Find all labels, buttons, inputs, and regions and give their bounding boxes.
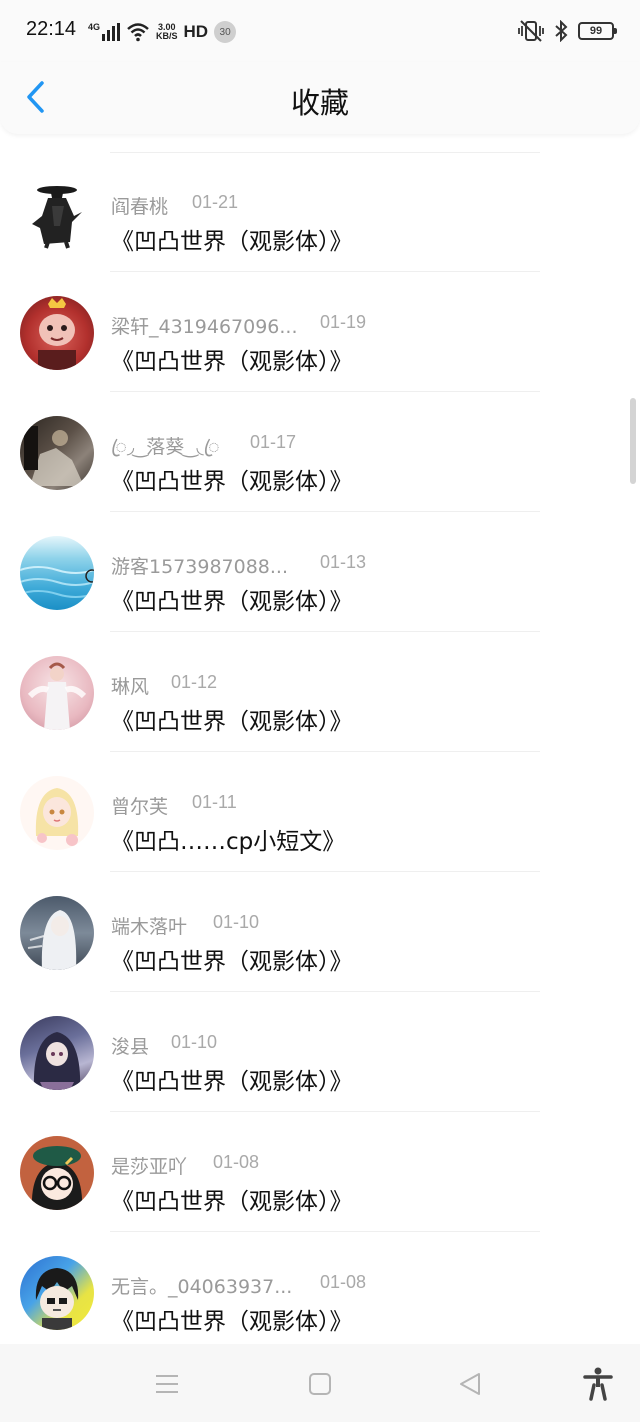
item-title: 《凹凸世界（观影体）》 [111, 1069, 353, 1095]
date-label: 01-10 [213, 912, 260, 932]
item-title: 《凹凸世界（观影体）》 [111, 589, 353, 615]
item-title: 《凹凸世界（观影体）》 [111, 1309, 353, 1335]
menu-button[interactable] [147, 1364, 187, 1404]
app-header: 收藏 [0, 62, 640, 134]
date-label: 01-08 [213, 1152, 260, 1172]
signal-group: 4G [88, 22, 121, 41]
item-title: 《凹凸世界（观影体）》 [111, 949, 353, 975]
item-title: 《凹凸世界（观影体）》 [111, 709, 353, 735]
accessibility-button[interactable] [578, 1364, 618, 1404]
author-name: 曾尔芙 [111, 796, 169, 818]
list-item[interactable]: ꦿ◞ ͜ 落葵 ͜ ◟ꦿ 01-17 《凹凸世界（观影体）》 [0, 392, 640, 512]
item-title: 《凹凸世界（观影体）》 [111, 349, 353, 375]
battery-icon: 99 [578, 22, 617, 40]
author-name: 是莎亚吖 [111, 1156, 188, 1178]
author-name: 琳风 [111, 676, 150, 698]
date-label: 01-10 [171, 1032, 218, 1052]
avatar[interactable] [20, 296, 94, 370]
date-label: 01-21 [192, 192, 239, 212]
list-item[interactable]: 阎春桃 01-21 《凹凸世界（观影体）》 [0, 152, 640, 272]
notification-count-badge: 30 [214, 21, 237, 43]
author-name: 浚县 [111, 1036, 150, 1058]
avatar[interactable] [20, 1136, 94, 1210]
bluetooth-icon [555, 20, 568, 42]
status-bar: 22:14 4G 3.00 KB/S HD 30 99 [0, 0, 640, 62]
avatar[interactable] [20, 656, 94, 730]
avatar[interactable] [20, 776, 94, 850]
item-title: 《凹凸……cp小短文》 [111, 829, 346, 855]
network-type: 4G [88, 22, 101, 32]
back-nav-button[interactable] [450, 1364, 490, 1404]
favorites-list[interactable]: 阎春桃 01-21 《凹凸世界（观影体）》 梁轩_4319467096... 0… [0, 134, 640, 1344]
date-label: 01-08 [320, 1272, 367, 1292]
author-name: 游客1573987088... [111, 556, 289, 578]
item-title: 《凹凸世界（观影体）》 [111, 1189, 353, 1215]
back-triangle-icon [460, 1373, 480, 1395]
accessibility-icon [583, 1367, 613, 1401]
home-button[interactable] [300, 1364, 340, 1404]
date-label: 01-11 [192, 792, 237, 812]
signal-bars-icon [102, 23, 121, 41]
battery-level: 99 [589, 25, 603, 37]
item-title: 《凹凸世界（观影体）》 [111, 229, 353, 255]
vibrate-off-icon [518, 20, 544, 42]
list-item[interactable]: 梁轩_4319467096... 01-19 《凹凸世界（观影体）》 [0, 272, 640, 392]
item-title: 《凹凸世界（观影体）》 [111, 469, 353, 495]
avatar[interactable] [20, 1016, 94, 1090]
date-label: 01-17 [250, 432, 297, 452]
status-left-icons: 4G 3.00 KB/S HD 30 [88, 18, 237, 46]
status-right-icons: 99 [518, 20, 617, 42]
avatar[interactable] [20, 536, 94, 610]
avatar[interactable] [20, 896, 94, 970]
hd-indicator: HD [183, 22, 209, 41]
author-name: 梁轩_4319467096... [111, 316, 298, 338]
net-speed: 3.00 KB/S [156, 23, 178, 41]
list-item[interactable]: 曾尔芙 01-11 《凹凸……cp小短文》 [0, 752, 640, 872]
avatar[interactable] [20, 1256, 94, 1330]
author-name: 阎春桃 [111, 196, 169, 218]
list-item[interactable]: 琳风 01-12 《凹凸世界（观影体）》 [0, 632, 640, 752]
list-item[interactable]: 浚县 01-10 《凹凸世界（观影体）》 [0, 992, 640, 1112]
status-time: 22:14 [26, 18, 77, 40]
date-label: 01-19 [320, 312, 367, 332]
list-item[interactable]: 端木落叶 01-10 《凹凸世界（观影体）》 [0, 872, 640, 992]
avatar[interactable] [20, 176, 94, 250]
avatar[interactable] [20, 416, 94, 490]
net-speed-unit: KB/S [156, 31, 178, 41]
list-item[interactable]: 游客1573987088... 01-13 《凹凸世界（观影体）》 [0, 512, 640, 632]
author-name: 端木落叶 [111, 916, 188, 938]
wifi-icon [127, 23, 149, 42]
list-item[interactable]: 无言。_04063937... 01-08 《凹凸世界（观影体）》 [0, 1232, 640, 1344]
menu-icon [156, 1375, 178, 1393]
home-square-icon [309, 1373, 331, 1395]
author-name: 无言。_04063937... [111, 1276, 293, 1298]
system-nav-bar [0, 1344, 640, 1422]
date-label: 01-12 [171, 672, 218, 692]
date-label: 01-13 [320, 552, 367, 572]
scrollbar[interactable] [630, 398, 636, 484]
page-title: 收藏 [290, 86, 349, 120]
list-item[interactable]: 是莎亚吖 01-08 《凹凸世界（观影体）》 [0, 1112, 640, 1232]
